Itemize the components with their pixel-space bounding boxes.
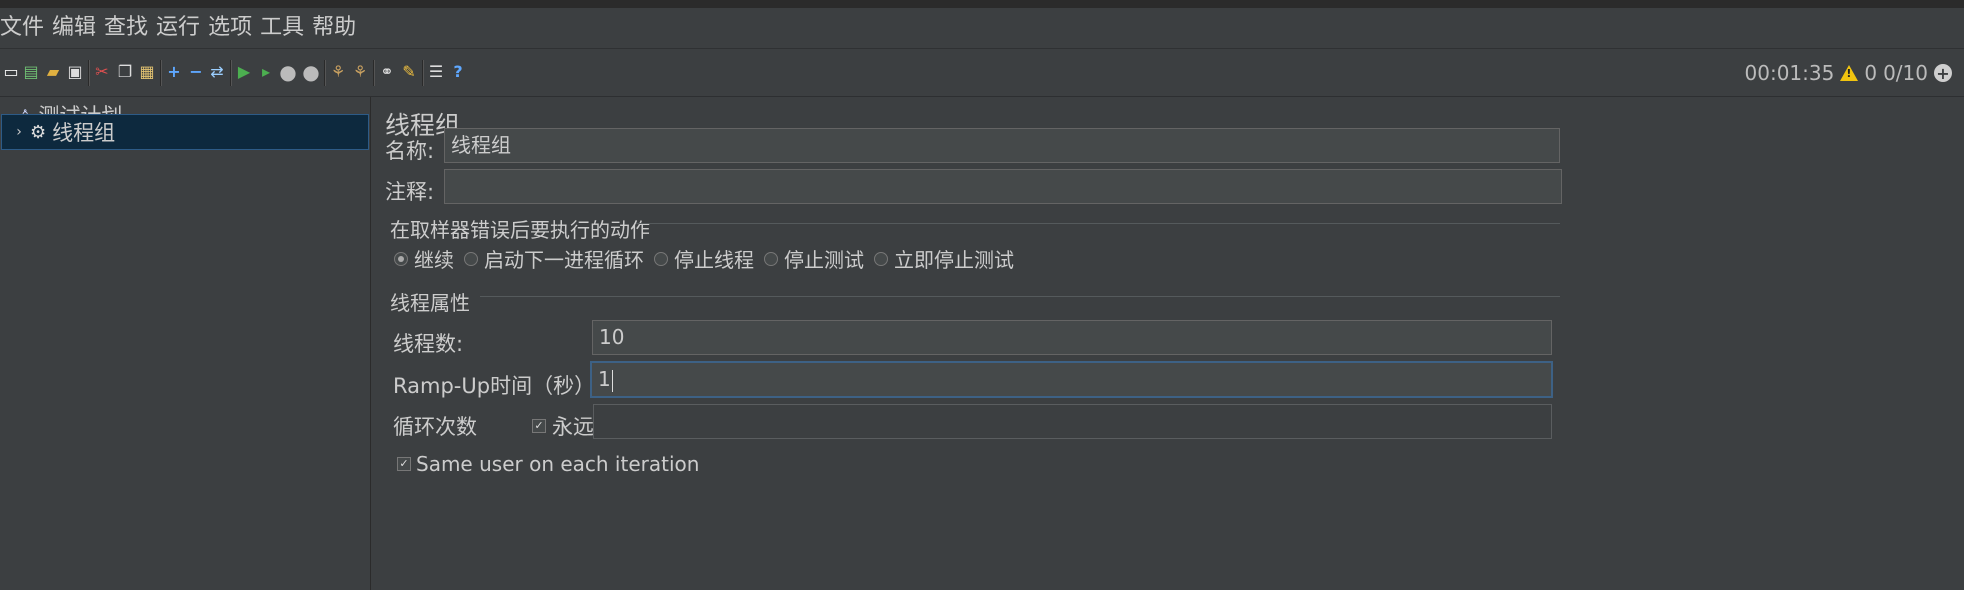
- start-icon[interactable]: ▶: [235, 63, 253, 81]
- name-label: 名称:: [385, 139, 435, 163]
- add-remote-icon[interactable]: +: [1934, 64, 1952, 83]
- thread-count: 0/10: [1883, 61, 1928, 85]
- rampup-label: Ramp-Up时间（秒）:: [393, 374, 603, 398]
- function-helper-icon[interactable]: ☰: [427, 63, 445, 81]
- thread-group-panel: 线程组 名称: 线程组 注释: 在取样器错误后要执行的动作 继续 启动下一进程循…: [372, 97, 1964, 590]
- menu-options[interactable]: 选项: [208, 8, 258, 48]
- toolbar-separator: [422, 60, 424, 86]
- menu-file[interactable]: 文件: [0, 8, 50, 48]
- rampup-value: 1: [598, 367, 611, 391]
- toolbar-separator: [160, 60, 162, 86]
- expand-icon[interactable]: +: [165, 63, 183, 81]
- clear-icon[interactable]: ⚘: [329, 63, 347, 81]
- chevron-right-icon[interactable]: ›: [12, 124, 26, 140]
- error-action-group-title: 在取样器错误后要执行的动作: [390, 218, 650, 242]
- menu-edit[interactable]: 编辑: [52, 8, 102, 48]
- reset-search-icon[interactable]: ✎: [400, 63, 418, 81]
- same-user-checkbox[interactable]: ✓: [397, 457, 411, 471]
- radio-stop-test[interactable]: [764, 251, 778, 266]
- threads-label: 线程数:: [393, 332, 464, 356]
- name-field[interactable]: 线程组: [444, 128, 1560, 163]
- loop-count-label: 循环次数: [393, 415, 477, 439]
- radio-stop-test-now[interactable]: [874, 251, 888, 266]
- radio-stop-thread[interactable]: [654, 251, 668, 266]
- radio-label-continue: 继续: [414, 248, 454, 272]
- toolbar-separator: [324, 60, 326, 86]
- tree-node-label: 线程组: [52, 121, 116, 145]
- toolbar-separator: [373, 60, 375, 86]
- gear-icon: ⚙: [30, 121, 47, 143]
- same-user-label: Same user on each iteration: [416, 452, 700, 476]
- group-divider: [480, 296, 1560, 297]
- menu-help[interactable]: 帮助: [312, 8, 362, 48]
- new-icon[interactable]: ▭: [2, 63, 20, 81]
- paste-icon[interactable]: ▦: [138, 63, 156, 81]
- stop-icon[interactable]: ●: [279, 62, 297, 82]
- clear-all-icon[interactable]: ⚘: [351, 63, 369, 81]
- templates-icon[interactable]: ▤: [22, 63, 40, 81]
- radio-label-stop-thread: 停止线程: [674, 248, 754, 272]
- cut-icon[interactable]: ✂: [93, 63, 111, 81]
- save-icon[interactable]: ▣: [66, 63, 84, 81]
- radio-next-loop[interactable]: [464, 251, 478, 266]
- shutdown-icon[interactable]: ●: [302, 62, 320, 82]
- search-icon[interactable]: ⚭: [378, 63, 396, 81]
- toggle-icon[interactable]: ⇄: [208, 63, 226, 81]
- warning-icon[interactable]: [1840, 65, 1859, 81]
- window-top-strip: [0, 0, 1964, 8]
- group-divider: [636, 223, 1560, 224]
- comment-label: 注释:: [385, 180, 435, 204]
- collapse-icon[interactable]: −: [187, 63, 205, 81]
- radio-continue[interactable]: [394, 251, 408, 266]
- error-action-options: 继续 启动下一进程循环 停止线程 停止测试 立即停止测试: [394, 244, 1024, 273]
- loop-count-field[interactable]: [593, 404, 1552, 439]
- help-icon[interactable]: ?: [449, 63, 467, 81]
- thread-properties-title: 线程属性: [390, 291, 470, 315]
- text-caret: [611, 369, 613, 392]
- status-area: 00:01:35 0 0/10 +: [1745, 50, 1952, 96]
- toolbar-separator: [230, 60, 232, 86]
- tree-node-thread-group[interactable]: › ⚙ 线程组: [1, 114, 369, 150]
- radio-label-stop-test: 停止测试: [784, 248, 864, 272]
- radio-label-stop-test-now: 立即停止测试: [894, 248, 1014, 272]
- start-no-pause-icon[interactable]: ▸: [257, 63, 275, 81]
- comment-field[interactable]: [444, 169, 1562, 204]
- open-icon[interactable]: ▰: [44, 63, 62, 81]
- menu-tools[interactable]: 工具: [260, 8, 310, 48]
- copy-icon[interactable]: ❐: [116, 63, 134, 81]
- rampup-field[interactable]: 1: [590, 361, 1553, 398]
- elapsed-time: 00:01:35: [1744, 61, 1835, 85]
- forever-checkbox-row: ✓ 永远: [532, 411, 594, 441]
- same-user-row: ✓ Same user on each iteration: [397, 452, 699, 476]
- forever-checkbox[interactable]: ✓: [532, 419, 546, 433]
- menu-search[interactable]: 查找: [104, 8, 154, 48]
- menu-bar: 文件 编辑 查找 运行 选项 工具 帮助: [0, 8, 1964, 49]
- toolbar: ▭ ▤ ▰ ▣ ✂ ❐ ▦ + − ⇄ ▶ ▸ ● ● ⚘ ⚘ ⚭ ✎ ☰ ?: [0, 50, 1964, 97]
- toolbar-separator: [88, 60, 90, 86]
- forever-label: 永远: [552, 415, 594, 439]
- warning-count: 0: [1864, 61, 1878, 85]
- threads-field[interactable]: 10: [592, 320, 1552, 355]
- test-plan-tree: ⌄ ♙ 测试计划 › ⚙ 线程组: [0, 97, 371, 590]
- menu-run[interactable]: 运行: [156, 8, 206, 48]
- radio-label-next-loop: 启动下一进程循环: [484, 248, 644, 272]
